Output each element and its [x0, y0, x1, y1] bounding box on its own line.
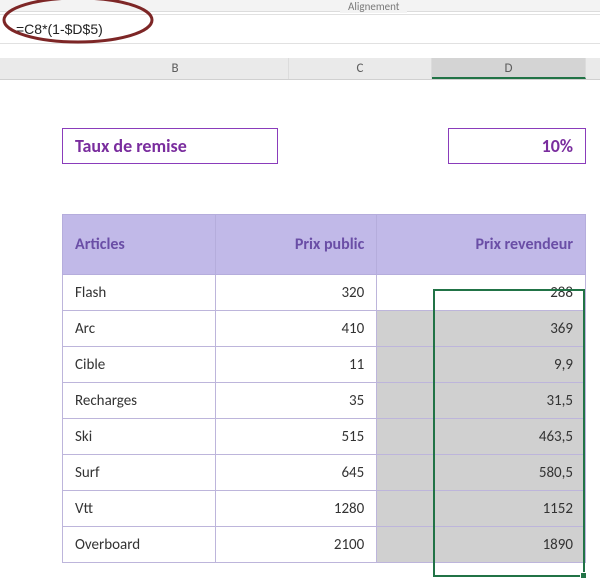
table-row: Overboard21001890 [63, 527, 586, 563]
table-row: Cible119,9 [63, 347, 586, 383]
cell-prix-public[interactable]: 1280 [216, 491, 377, 527]
cell-prix-public[interactable]: 410 [216, 311, 377, 347]
formula-bar[interactable]: =C8*(1-$D$5) [0, 14, 600, 44]
table-row: Flash320288 [63, 275, 586, 311]
cell-prix-public[interactable]: 515 [216, 419, 377, 455]
cell-article[interactable]: Cible [63, 347, 216, 383]
discount-row: Taux de remise 10% [62, 128, 586, 164]
cell-prix-revendeur[interactable]: 1152 [377, 491, 586, 527]
header-articles[interactable]: Articles [63, 215, 216, 275]
cell-article[interactable]: Arc [63, 311, 216, 347]
cell-prix-revendeur[interactable]: 9,9 [377, 347, 586, 383]
table-header-row: Articles Prix public Prix revendeur [63, 215, 586, 275]
cell-prix-revendeur[interactable]: 369 [377, 311, 586, 347]
formula-text: =C8*(1-$D$5) [16, 21, 103, 37]
price-table: Articles Prix public Prix revendeur Flas… [62, 214, 586, 563]
worksheet[interactable]: Taux de remise 10% Articles Prix public … [0, 80, 600, 561]
header-prix-revendeur[interactable]: Prix revendeur [377, 215, 586, 275]
table-row: Vtt12801152 [63, 491, 586, 527]
cell-article[interactable]: Surf [63, 455, 216, 491]
cell-article[interactable]: Overboard [63, 527, 216, 563]
cell-prix-public[interactable]: 645 [216, 455, 377, 491]
col-header-C[interactable]: C [289, 58, 432, 79]
fill-handle[interactable] [580, 572, 587, 579]
cell-prix-public[interactable]: 35 [216, 383, 377, 419]
table-row: Recharges3531,5 [63, 383, 586, 419]
col-header-D[interactable]: D [432, 58, 586, 79]
cell-prix-revendeur[interactable]: 1890 [377, 527, 586, 563]
cell-prix-public[interactable]: 320 [216, 275, 377, 311]
col-header-B[interactable]: B [62, 58, 289, 79]
cell-prix-revendeur[interactable]: 580,5 [377, 455, 586, 491]
cell-prix-public[interactable]: 2100 [216, 527, 377, 563]
cell-article[interactable]: Vtt [63, 491, 216, 527]
cell-prix-public[interactable]: 11 [216, 347, 377, 383]
discount-value-cell[interactable]: 10% [448, 128, 586, 164]
cell-article[interactable]: Ski [63, 419, 216, 455]
cell-prix-revendeur[interactable]: 31,5 [377, 383, 586, 419]
cell-article[interactable]: Flash [63, 275, 216, 311]
cell-prix-revendeur[interactable]: 463,5 [377, 419, 586, 455]
discount-label-cell[interactable]: Taux de remise [62, 128, 278, 164]
alignment-group-label: Alignement [340, 0, 407, 13]
column-headers: B C D [0, 58, 600, 80]
table-row: Arc410369 [63, 311, 586, 347]
table-row: Surf645580,5 [63, 455, 586, 491]
table-row: Ski515463,5 [63, 419, 586, 455]
ribbon-strip [0, 0, 600, 12]
cell-article[interactable]: Recharges [63, 383, 216, 419]
cell-prix-revendeur[interactable]: 288 [377, 275, 586, 311]
header-prix-public[interactable]: Prix public [216, 215, 377, 275]
